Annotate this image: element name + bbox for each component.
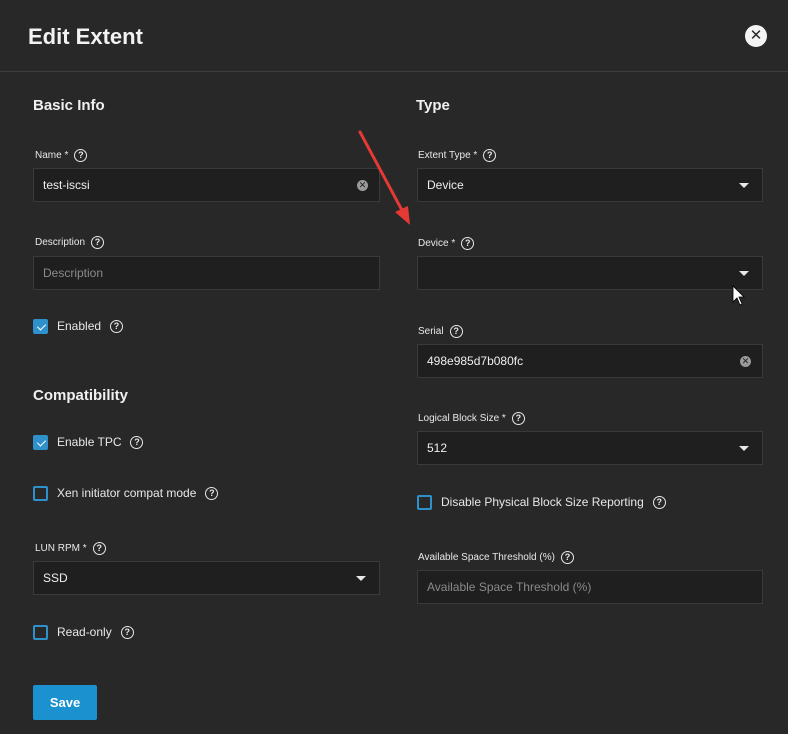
annotation-arrow-head bbox=[395, 206, 410, 225]
annotation-overlay bbox=[358, 130, 745, 306]
mouse-cursor-icon bbox=[732, 285, 745, 306]
annotation-arrow-line bbox=[358, 130, 406, 216]
